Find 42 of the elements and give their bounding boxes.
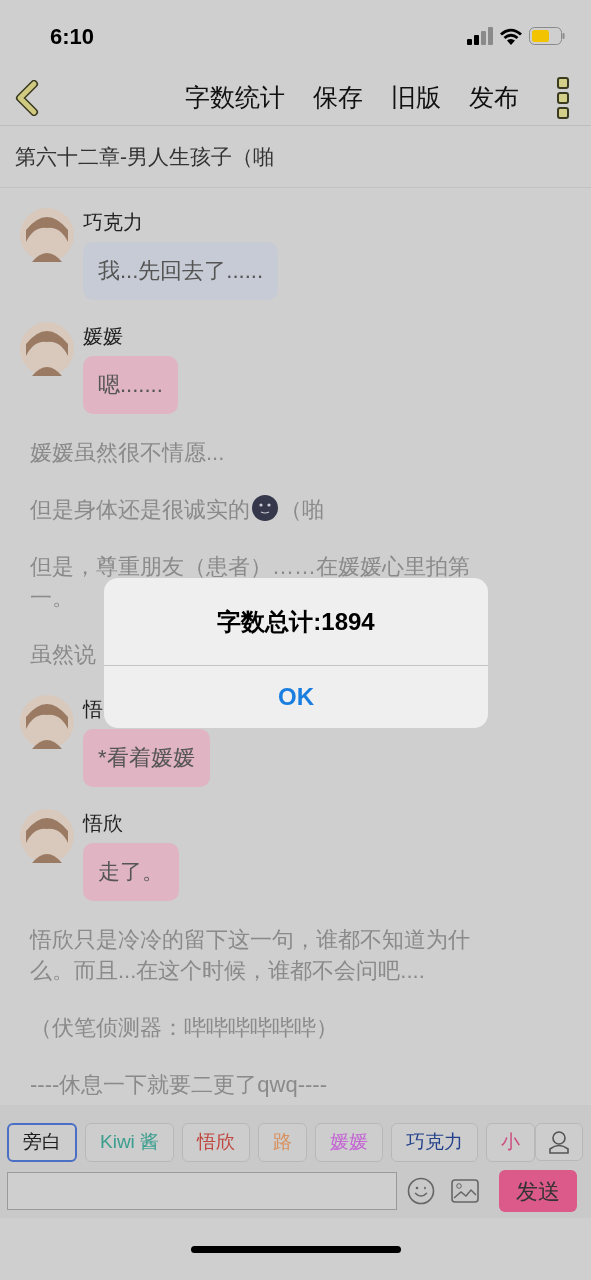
status-time: 6:10 [50,22,95,51]
speaker-name: 悟 [83,697,103,722]
message-bubble: 嗯....... [83,356,178,414]
chapter-title: 第六十二章-男人生孩子（啪 [15,143,274,170]
avatar [20,695,74,749]
speaker-name: 巧克力 [83,210,143,235]
send-button[interactable]: 发送 [499,1170,577,1212]
character-tag[interactable]: 小 [486,1123,536,1162]
message-bubble: 走了。 [83,843,179,901]
image-icon[interactable] [451,1179,479,1203]
battery-icon [529,27,565,45]
nav-action[interactable]: 保存 [313,78,363,117]
narration-text: ----休息一下就要二更了qwq---- [30,1072,327,1097]
message-input[interactable] [7,1172,397,1210]
narration-text: （啪 [280,497,324,522]
narration-text: 虽然说 [30,642,96,667]
nav-action[interactable]: 字数统计 [185,78,285,117]
wifi-icon [499,27,523,45]
person-button[interactable] [535,1123,583,1161]
nav-action[interactable]: 发布 [469,78,519,117]
signal-icon [467,27,493,45]
smiley-icon[interactable] [407,1177,435,1205]
back-button[interactable] [14,79,40,116]
avatar [20,809,74,863]
character-tag[interactable]: 旁白 [7,1123,77,1162]
message-bubble: *看着媛媛 [83,729,210,787]
narration-text: 但是身体还是很诚实的 [30,497,250,522]
character-tag[interactable]: 悟欣 [182,1123,251,1162]
message-bubble: 我...先回去了...... [83,242,278,300]
narration-text: 媛媛虽然很不情愿... [30,440,225,465]
avatar [20,322,74,376]
speaker-name: 媛媛 [83,324,123,349]
character-tag[interactable]: 媛媛 [315,1123,384,1162]
person-icon [548,1130,570,1154]
ok-button[interactable]: OK [104,666,488,728]
nav-action[interactable]: 旧版 [391,78,441,117]
narration-text: 悟欣只是冷冷的留下这一句，谁都不知道为什么。而且...在这个时候，谁都不会问吧.... [30,927,470,983]
character-tag[interactable]: Kiwi 酱 [85,1123,175,1162]
avatar [20,208,74,262]
narration-text: （伏笔侦测器：哔哔哔哔哔哔） [30,1015,338,1040]
speaker-name: 悟欣 [83,811,123,836]
character-tag[interactable]: 巧克力 [391,1123,479,1162]
